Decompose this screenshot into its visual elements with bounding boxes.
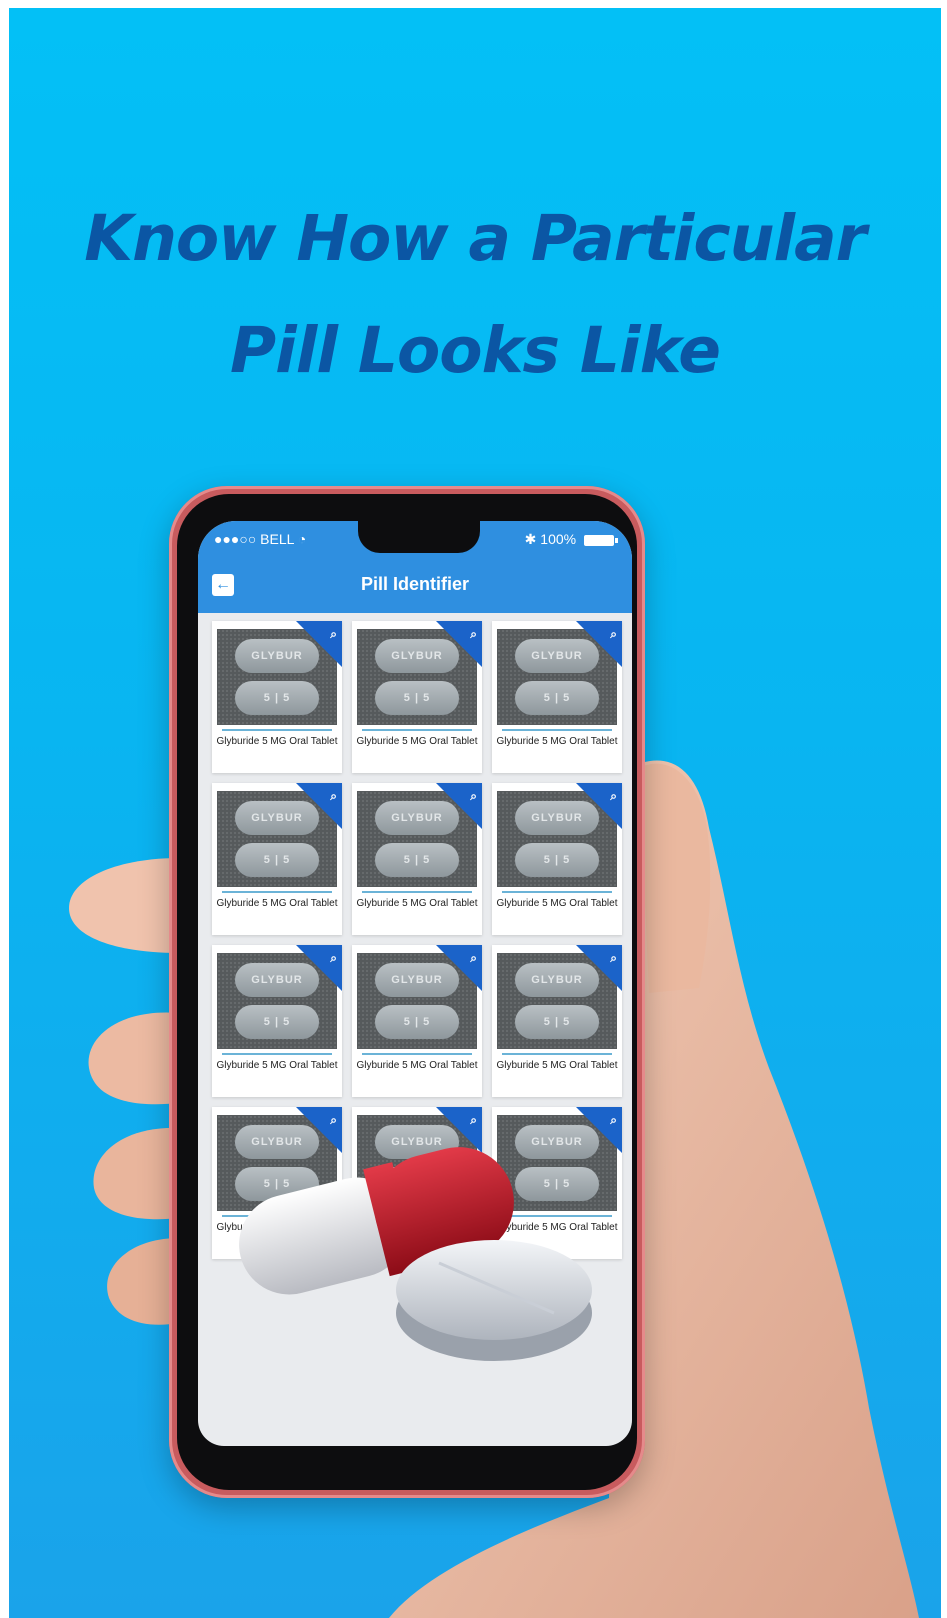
- battery-percent: 100%: [540, 531, 577, 547]
- zoom-icon[interactable]: ⌕: [470, 789, 477, 804]
- card-divider: [222, 891, 332, 893]
- pill-imprint-bottom: 5 | 5: [515, 1005, 599, 1039]
- status-bar: ●●●○○ BELL ◔ ✱ 100%: [198, 521, 632, 559]
- app-bar: ← Pill Identifier: [198, 559, 632, 613]
- pill-imprint-bottom: 5 | 5: [375, 1005, 459, 1039]
- pill-name: Glyburide 5 MG Oral Tablet: [496, 736, 618, 747]
- zoom-icon[interactable]: ⌕: [610, 627, 617, 642]
- pill-imprint-bottom: 5 | 5: [515, 1167, 599, 1201]
- pill-name: Glyburide 5 MG Oral Tablet: [216, 1060, 338, 1071]
- pill-card[interactable]: GLYBUR 5 | 5 ⌕ Glyburide 5 MG Oral Tablet: [492, 1107, 622, 1259]
- pill-card[interactable]: GLYBUR 5 | 5 ⌕ Glyburide 5 MG Oral Tablet: [492, 783, 622, 935]
- pill-name: Glyburide 5 MG Oral Tablet: [356, 736, 478, 747]
- promo-headline: Know How a Particular Pill Looks Like: [9, 183, 941, 407]
- phone-notch: [358, 521, 480, 553]
- phone-frame: ●●●○○ BELL ◔ ✱ 100% ← Pill Identifier GL…: [169, 486, 645, 1498]
- zoom-icon[interactable]: ⌕: [470, 951, 477, 966]
- pill-imprint-bottom: 5 | 5: [235, 681, 319, 715]
- bluetooth-icon: ✱: [524, 531, 537, 547]
- phone-bezel: ●●●○○ BELL ◔ ✱ 100% ← Pill Identifier GL…: [177, 494, 637, 1490]
- card-divider: [362, 1053, 472, 1055]
- card-divider: [502, 1215, 612, 1217]
- pill-name: Glyburide 5 MG Oral Tablet: [216, 736, 338, 747]
- card-divider: [502, 729, 612, 731]
- pill-card[interactable]: GLYBUR 5 | 5 ⌕ Glyburide 5 MG Oral Tablet: [212, 621, 342, 773]
- zoom-icon[interactable]: ⌕: [330, 627, 337, 642]
- headline-line-1: Know How a Particular: [84, 202, 866, 275]
- card-divider: [502, 1053, 612, 1055]
- card-divider: [222, 729, 332, 731]
- pill-card[interactable]: GLYBUR 5 | 5 ⌕ Glyburide 5 MG Oral Tablet: [212, 945, 342, 1097]
- pill-card[interactable]: GLYBUR 5 | 5 ⌕ Glyburide 5 MG Oral Tablet: [352, 783, 482, 935]
- card-divider: [362, 1215, 472, 1217]
- pill-card[interactable]: GLYBUR 5 | 5 ⌕ Glyburide 5 MG Oral Tablet: [212, 783, 342, 935]
- pill-name: Glyburide 5 MG Oral Tablet: [356, 1222, 478, 1233]
- zoom-icon[interactable]: ⌕: [330, 951, 337, 966]
- zoom-icon[interactable]: ⌕: [470, 627, 477, 642]
- pill-name: Glyburide 5 MG Oral Tablet: [216, 1222, 338, 1233]
- phone-screen: ●●●○○ BELL ◔ ✱ 100% ← Pill Identifier GL…: [198, 521, 632, 1446]
- pill-name: Glyburide 5 MG Oral Tablet: [216, 898, 338, 909]
- zoom-icon[interactable]: ⌕: [330, 1113, 337, 1128]
- pill-card[interactable]: GLYBUR 5 | 5 ⌕ Glyburide 5 MG Oral Tablet: [492, 945, 622, 1097]
- headline-line-2: Pill Looks Like: [229, 314, 721, 387]
- pill-card[interactable]: GLYBUR 5 | 5 ⌕ Glyburide 5 MG Oral Tablet: [212, 1107, 342, 1259]
- pill-imprint-bottom: 5 | 5: [375, 681, 459, 715]
- pill-name: Glyburide 5 MG Oral Tablet: [356, 1060, 478, 1071]
- carrier-label: ●●●○○ BELL: [214, 531, 294, 547]
- pill-imprint-bottom: 5 | 5: [375, 1167, 459, 1201]
- card-divider: [502, 891, 612, 893]
- pill-card[interactable]: GLYBUR 5 | 5 ⌕ Glyburide 5 MG Oral Tablet: [352, 945, 482, 1097]
- pill-name: Glyburide 5 MG Oral Tablet: [496, 898, 618, 909]
- pill-name: Glyburide 5 MG Oral Tablet: [496, 1222, 618, 1233]
- wifi-icon: ◔: [297, 531, 307, 547]
- pill-name: Glyburide 5 MG Oral Tablet: [356, 898, 478, 909]
- zoom-icon[interactable]: ⌕: [330, 789, 337, 804]
- card-divider: [362, 891, 472, 893]
- pill-imprint-bottom: 5 | 5: [515, 681, 599, 715]
- zoom-icon[interactable]: ⌕: [610, 951, 617, 966]
- pill-imprint-bottom: 5 | 5: [375, 843, 459, 877]
- zoom-icon[interactable]: ⌕: [610, 789, 617, 804]
- battery-icon: [584, 534, 618, 546]
- promo-background: Know How a Particular Pill Looks Like ●●…: [9, 8, 941, 1618]
- card-divider: [222, 1053, 332, 1055]
- card-divider: [362, 729, 472, 731]
- pill-card[interactable]: GLYBUR 5 | 5 ⌕ Glyburide 5 MG Oral Tablet: [352, 1107, 482, 1259]
- pill-imprint-bottom: 5 | 5: [235, 843, 319, 877]
- card-divider: [222, 1215, 332, 1217]
- zoom-icon[interactable]: ⌕: [610, 1113, 617, 1128]
- zoom-icon[interactable]: ⌕: [470, 1113, 477, 1128]
- pill-name: Glyburide 5 MG Oral Tablet: [496, 1060, 618, 1071]
- pill-card[interactable]: GLYBUR 5 | 5 ⌕ Glyburide 5 MG Oral Tablet: [352, 621, 482, 773]
- pill-card[interactable]: GLYBUR 5 | 5 ⌕ Glyburide 5 MG Oral Tablet: [492, 621, 622, 773]
- app-title: Pill Identifier: [360, 574, 470, 594]
- pill-imprint-bottom: 5 | 5: [515, 843, 599, 877]
- pill-imprint-bottom: 5 | 5: [235, 1005, 319, 1039]
- pill-imprint-bottom: 5 | 5: [235, 1167, 319, 1201]
